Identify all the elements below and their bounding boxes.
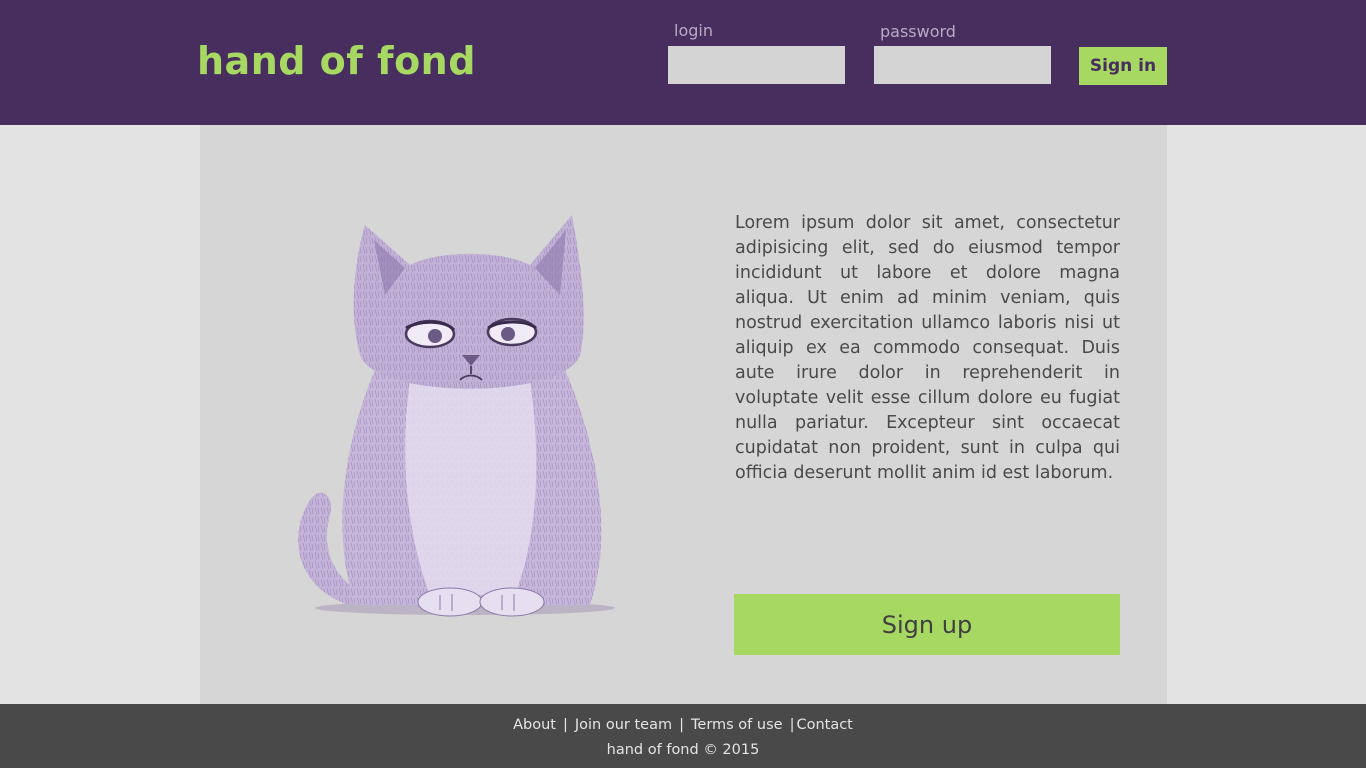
- login-label: login: [674, 21, 713, 40]
- footer-separator: |: [679, 717, 684, 733]
- password-input[interactable]: [874, 46, 1051, 84]
- footer-nav: About | Join our team | Terms of use | Contact: [0, 716, 1366, 734]
- copyright-text: hand of fond © 2015: [606, 742, 760, 758]
- footer-link-contact[interactable]: Contact: [796, 717, 852, 733]
- login-input[interactable]: [668, 46, 845, 84]
- sign-up-button[interactable]: Sign up: [734, 594, 1120, 655]
- sign-in-button[interactable]: Sign in: [1079, 47, 1167, 85]
- footer-separator: |: [789, 717, 795, 733]
- footer-link-about[interactable]: About: [513, 717, 556, 733]
- footer: About | Join our team | Terms of use | Contact…: [0, 704, 1366, 768]
- cat-illustration: [298, 215, 615, 617]
- footer-link-terms-of-use[interactable]: Terms of use: [691, 717, 783, 733]
- footer-link-join-our-team[interactable]: Join our team: [575, 717, 672, 733]
- site-logo[interactable]: hand of fond: [197, 37, 476, 85]
- description-text: Lorem ipsum dolor sit amet, consectetur …: [735, 213, 1120, 483]
- password-label: password: [880, 22, 956, 41]
- footer-separator: |: [562, 717, 568, 733]
- header: hand of fond login password Sign in: [0, 0, 1366, 125]
